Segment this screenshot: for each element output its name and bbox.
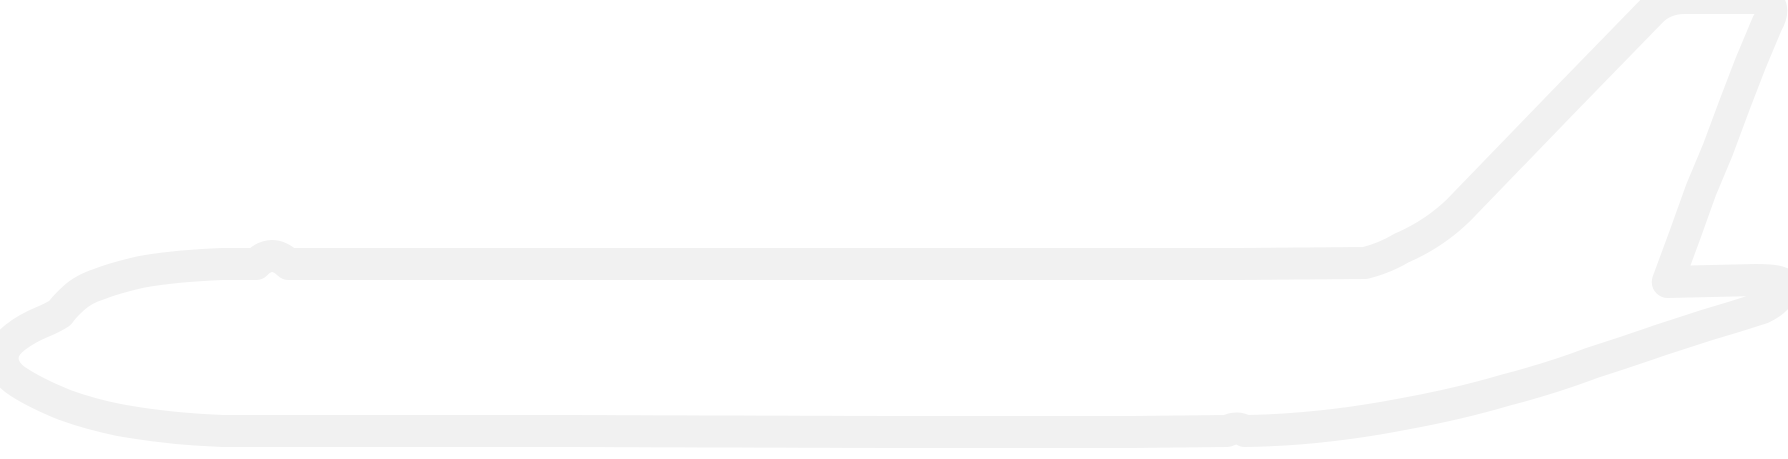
fuselage-outline bbox=[0, 0, 1788, 448]
airplane-silhouette-graphic bbox=[0, 0, 1788, 448]
illustration-canvas bbox=[0, 0, 1788, 459]
